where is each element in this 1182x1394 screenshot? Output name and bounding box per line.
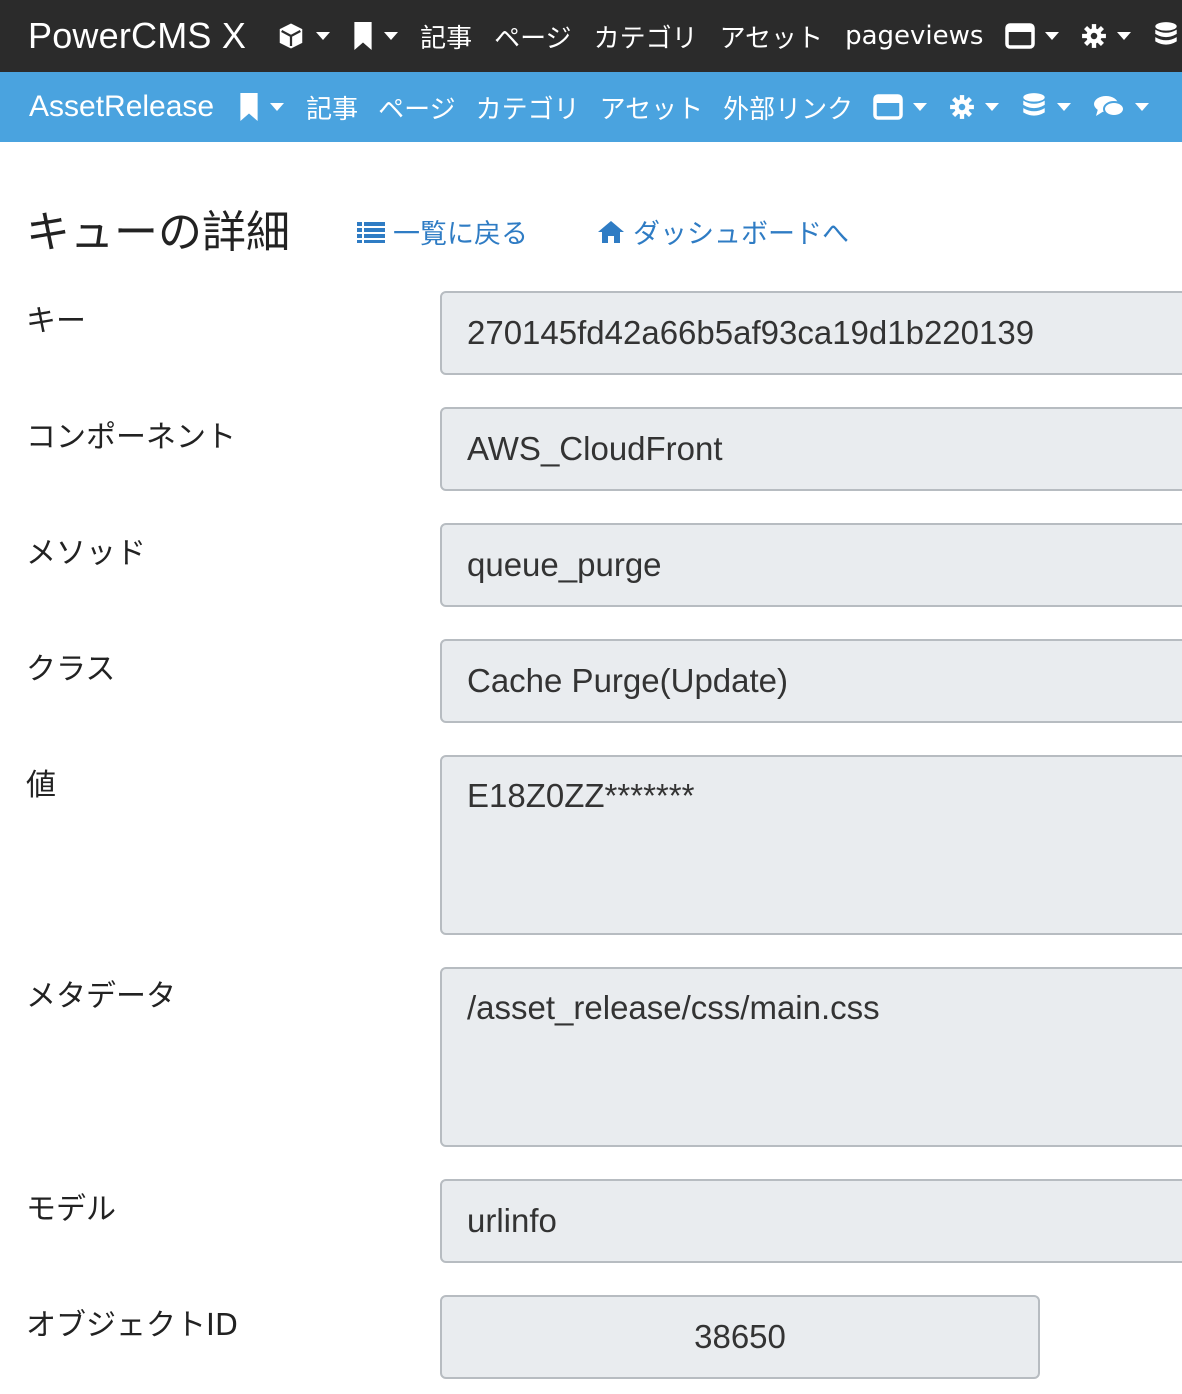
chevron-down-icon [1117, 32, 1132, 40]
bookmark-menu-dropdown[interactable] [238, 93, 285, 121]
window-icon [873, 94, 903, 120]
object-id-value: 38650 [694, 1318, 786, 1355]
component-value: AWS_CloudFront [467, 430, 723, 467]
object-id-field[interactable]: 38650 [440, 1295, 1040, 1379]
key-value: 270145fd42a66b5af93ca19d1b220139 [467, 314, 1035, 351]
window-menu-dropdown[interactable] [1005, 23, 1060, 49]
subnav-item-entry[interactable]: 記事 [306, 89, 358, 126]
model-field[interactable]: urlinfo [440, 1179, 1182, 1263]
chevron-down-icon [1135, 103, 1150, 111]
component-label: コンポーネント [26, 420, 236, 455]
back-to-list-label: 一覧に戻る [393, 219, 528, 250]
database-icon [1023, 93, 1045, 116]
component-field[interactable]: AWS_CloudFront [440, 407, 1182, 491]
database-menu-dropdown[interactable] [1021, 92, 1072, 122]
dashboard-label: ダッシュボードへ [633, 219, 849, 250]
subnav-item-external-link[interactable]: 外部リンク [723, 89, 853, 126]
subnav-item-page[interactable]: ページ [378, 89, 455, 126]
window-icon [1005, 23, 1036, 49]
settings-menu-dropdown[interactable] [1081, 23, 1132, 49]
comments-icon [1094, 96, 1126, 117]
workspace-brand[interactable]: AssetRelease [29, 90, 214, 124]
chevron-down-icon [1057, 103, 1072, 111]
class-field[interactable]: Cache Purge(Update) [440, 639, 1182, 723]
list-icon [357, 221, 385, 243]
cube-menu-dropdown[interactable] [276, 21, 331, 51]
bookmark-icon [240, 93, 258, 121]
topnav-item-entry[interactable]: 記事 [420, 18, 472, 55]
window-menu-dropdown[interactable] [873, 94, 928, 120]
topnav-item-category[interactable]: カテゴリ [594, 18, 698, 55]
chevron-down-icon [913, 103, 928, 111]
key-field[interactable]: 270145fd42a66b5af93ca19d1b220139 [440, 291, 1182, 375]
subnav-item-category[interactable]: カテゴリ [476, 89, 580, 126]
method-field[interactable]: queue_purge [440, 523, 1182, 607]
object-id-label: オブジェクトID [26, 1308, 238, 1343]
home-icon [598, 220, 624, 243]
app-brand[interactable]: PowerCMS X [28, 15, 246, 57]
top-navbar: PowerCMS X 記事 ページ カテゴリ アセット pageviews [0, 0, 1182, 72]
chevron-down-icon [1045, 32, 1060, 40]
topnav-item-asset[interactable]: アセット [720, 18, 823, 55]
value-label: 値 [26, 768, 56, 803]
value-text: E18Z0ZZ******* [467, 777, 695, 814]
chevron-down-icon [384, 32, 399, 40]
metadata-textarea[interactable]: /asset_release/css/main.css [440, 967, 1182, 1147]
subnav-item-asset[interactable]: アセット [600, 89, 703, 126]
database-icon [1155, 22, 1178, 45]
gear-icon [1082, 24, 1107, 48]
value-textarea[interactable]: E18Z0ZZ******* [440, 755, 1182, 935]
back-to-list-link[interactable]: 一覧に戻る [357, 212, 528, 251]
model-value: urlinfo [467, 1202, 557, 1239]
cube-icon [279, 23, 303, 49]
method-value: queue_purge [467, 546, 662, 583]
page-title: キューの詳細 [26, 207, 290, 258]
workspace-navbar: AssetRelease 記事 ページ カテゴリ アセット 外部リンク [0, 72, 1182, 142]
chevron-down-icon [985, 103, 1000, 111]
chevron-down-icon [316, 32, 331, 40]
topnav-item-pageviews[interactable]: pageviews [845, 21, 983, 51]
bookmark-menu-dropdown[interactable] [352, 22, 399, 50]
database-menu-dropdown[interactable] [1153, 21, 1179, 51]
chevron-down-icon [270, 103, 285, 111]
class-label: クラス [26, 652, 116, 687]
bookmark-icon [354, 22, 372, 50]
gear-icon [950, 95, 975, 119]
metadata-text: /asset_release/css/main.css [467, 989, 880, 1026]
method-label: メソッド [26, 536, 146, 571]
key-label: キー [26, 304, 86, 339]
class-value: Cache Purge(Update) [467, 662, 789, 699]
dashboard-link[interactable]: ダッシュボードへ [597, 212, 849, 251]
model-label: モデル [26, 1192, 116, 1227]
topnav-item-page[interactable]: ページ [494, 18, 571, 55]
metadata-label: メタデータ [26, 979, 176, 1014]
settings-menu-dropdown[interactable] [949, 94, 1000, 120]
comments-menu-dropdown[interactable] [1093, 94, 1150, 120]
